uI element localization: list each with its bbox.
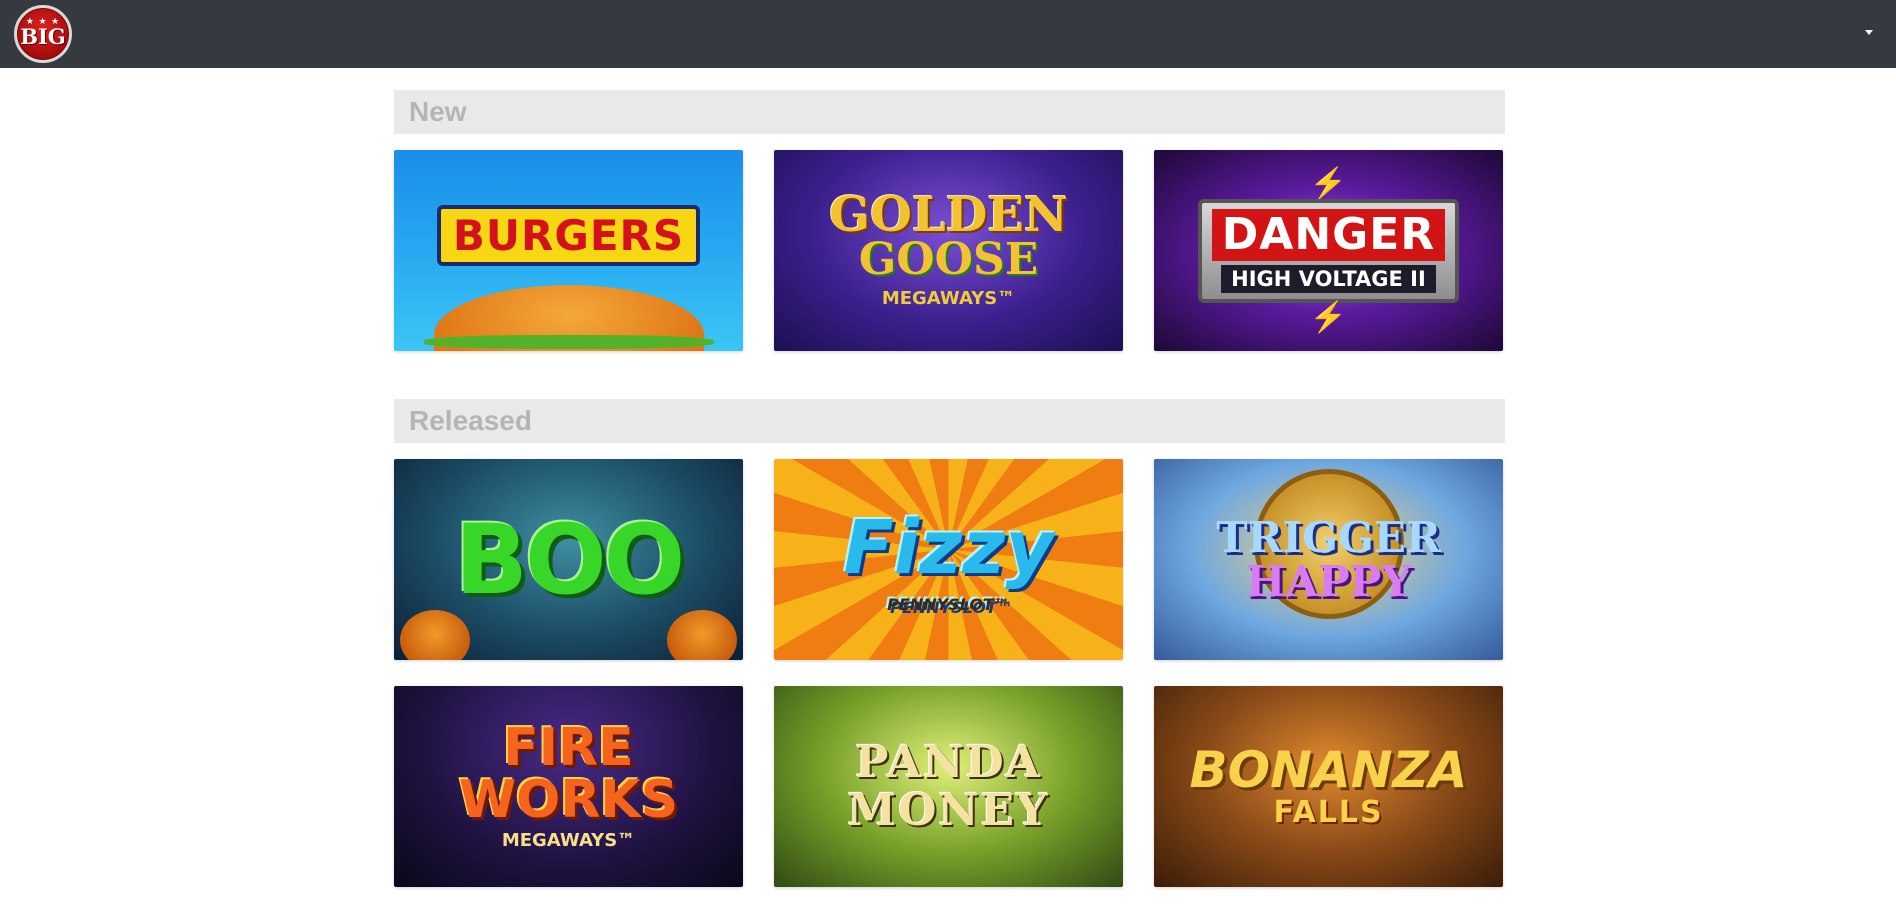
lightning-bolt-icon: ⚡ bbox=[1309, 166, 1348, 200]
game-title-line: HIGH VOLTAGE II bbox=[1221, 264, 1436, 293]
top-navbar: ★ ★ ★ BIG bbox=[0, 0, 1896, 68]
game-title-line: MONEY bbox=[847, 784, 1050, 836]
game-title: BOO bbox=[454, 503, 685, 616]
game-tile-golden-goose[interactable]: GOLDEN GOOSE MEGAWAYS™ bbox=[774, 150, 1123, 351]
lettuce-art bbox=[424, 335, 714, 349]
game-title: Fizzy bbox=[843, 505, 1054, 591]
section-title: New bbox=[409, 96, 467, 127]
game-title: BURGERS bbox=[436, 205, 701, 266]
game-tile-boo[interactable]: BOO bbox=[394, 459, 743, 660]
section-header-released: Released bbox=[394, 399, 1505, 443]
released-games-grid: BOO Fizzy PENNYSLOT™ TRIGGER HAPPY FIRE … bbox=[394, 459, 1505, 887]
game-title-line: PANDA bbox=[855, 736, 1042, 788]
caret-down-icon[interactable] bbox=[1865, 30, 1873, 35]
lightning-bolt-icon: ⚡ bbox=[1309, 300, 1348, 334]
big-time-gaming-logo[interactable]: ★ ★ ★ BIG bbox=[14, 5, 72, 63]
game-title-line: WORKS bbox=[458, 770, 679, 830]
section-title: Released bbox=[409, 405, 532, 436]
game-title-line: MEGAWAYS™ bbox=[881, 288, 1016, 309]
game-title-line: FALLS bbox=[1273, 794, 1384, 830]
pumpkin-icon bbox=[667, 610, 737, 660]
game-tile-danger-high-voltage[interactable]: ⚡ DANGER HIGH VOLTAGE II ⚡ bbox=[1154, 150, 1503, 351]
main-content: New BURGERS GOLDEN GOOSE MEGAWAYS™ ⚡ DAN… bbox=[394, 90, 1505, 887]
title-plate: DANGER HIGH VOLTAGE II bbox=[1197, 198, 1460, 303]
game-tile-fireworks[interactable]: FIRE WORKS MEGAWAYS™ bbox=[394, 686, 743, 887]
game-tile-fizzy[interactable]: Fizzy PENNYSLOT™ bbox=[774, 459, 1123, 660]
game-title-line: GOLDEN bbox=[829, 187, 1068, 243]
game-title-line: FIRE bbox=[503, 718, 634, 778]
pumpkin-icon bbox=[400, 610, 470, 660]
game-title-line: BONANZA bbox=[1189, 740, 1468, 799]
game-tile-bonanza-falls[interactable]: BONANZA FALLS bbox=[1154, 686, 1503, 887]
section-header-new: New bbox=[394, 90, 1505, 134]
game-title-line: HAPPY bbox=[1245, 556, 1412, 606]
game-title-line: DANGER bbox=[1211, 208, 1446, 261]
new-games-grid: BURGERS GOLDEN GOOSE MEGAWAYS™ ⚡ DANGER … bbox=[394, 150, 1505, 351]
game-title-line: GOOSE bbox=[858, 234, 1039, 285]
game-title-line: MEGAWAYS™ bbox=[501, 830, 636, 851]
game-tile-panda-money[interactable]: PANDA MONEY bbox=[774, 686, 1123, 887]
game-tile-trigger-happy[interactable]: TRIGGER HAPPY bbox=[1154, 459, 1503, 660]
logo-text: BIG bbox=[20, 23, 66, 49]
game-subtitle: PENNYSLOT™ bbox=[887, 595, 1010, 614]
game-title-line: TRIGGER bbox=[1216, 512, 1441, 562]
game-tile-burgers[interactable]: BURGERS bbox=[394, 150, 743, 351]
